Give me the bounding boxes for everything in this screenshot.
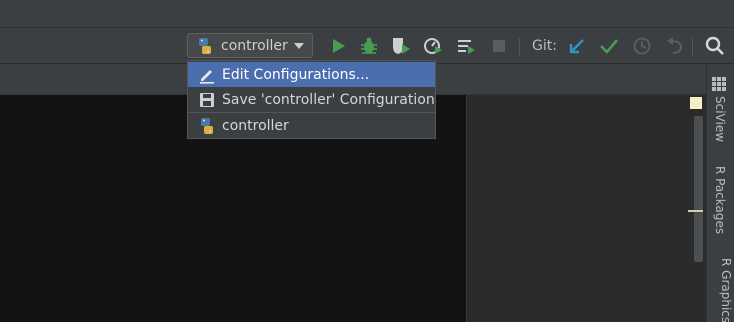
sidebar-tab-label: SciView: [713, 96, 727, 143]
git-update-icon[interactable]: [566, 35, 588, 57]
run-concurrent-icon[interactable]: [455, 35, 477, 57]
inspection-status-icon[interactable]: [690, 97, 702, 109]
menu-item-label: Edit Configurations...: [222, 67, 370, 83]
profile-icon[interactable]: [422, 35, 444, 57]
edit-icon: [200, 70, 214, 84]
menu-item-save-configuration[interactable]: Save 'controller' Configuration: [188, 87, 435, 112]
sidebar-tab-label: R Packages: [713, 166, 727, 235]
window-top-strip: [0, 0, 734, 28]
editor-right-gutter: [467, 95, 706, 322]
run-configuration-combo[interactable]: controller: [187, 33, 313, 58]
menu-item-edit-configurations[interactable]: Edit Configurations...: [188, 62, 435, 87]
sidebar-tab-r-packages[interactable]: R Packages: [707, 166, 733, 238]
git-commit-icon[interactable]: [598, 35, 620, 57]
debug-icon[interactable]: [358, 35, 380, 57]
run-configuration-dropdown: Edit Configurations... Save 'controller'…: [187, 60, 436, 139]
toolbar-separator: [519, 38, 520, 56]
git-label: Git:: [532, 38, 557, 54]
menu-item-label: Save 'controller' Configuration: [222, 92, 435, 108]
menu-item-controller[interactable]: controller: [188, 113, 435, 138]
editor-scrollbar[interactable]: [694, 116, 703, 262]
scrollbar-marker: [688, 210, 703, 212]
run-with-coverage-icon[interactable]: [390, 35, 412, 57]
run-configuration-label: controller: [221, 38, 288, 54]
python-icon: [199, 38, 211, 54]
run-icon[interactable]: [327, 35, 349, 57]
history-icon[interactable]: [631, 35, 653, 57]
stop-icon[interactable]: [488, 35, 510, 57]
sidebar-tab-label: R Graphics: [719, 258, 733, 322]
sidebar-tab-r-graphics[interactable]: R Graphics: [707, 258, 733, 322]
rollback-icon[interactable]: [664, 35, 686, 57]
sidebar-tab-sciview[interactable]: SciView: [707, 96, 733, 148]
save-icon: [200, 93, 214, 107]
search-icon[interactable]: [704, 35, 726, 57]
python-icon: [201, 118, 213, 134]
chevron-down-icon: [294, 43, 304, 49]
menu-item-label: controller: [222, 118, 289, 134]
toolbar-separator: [692, 38, 693, 56]
grid-icon: [712, 77, 726, 91]
